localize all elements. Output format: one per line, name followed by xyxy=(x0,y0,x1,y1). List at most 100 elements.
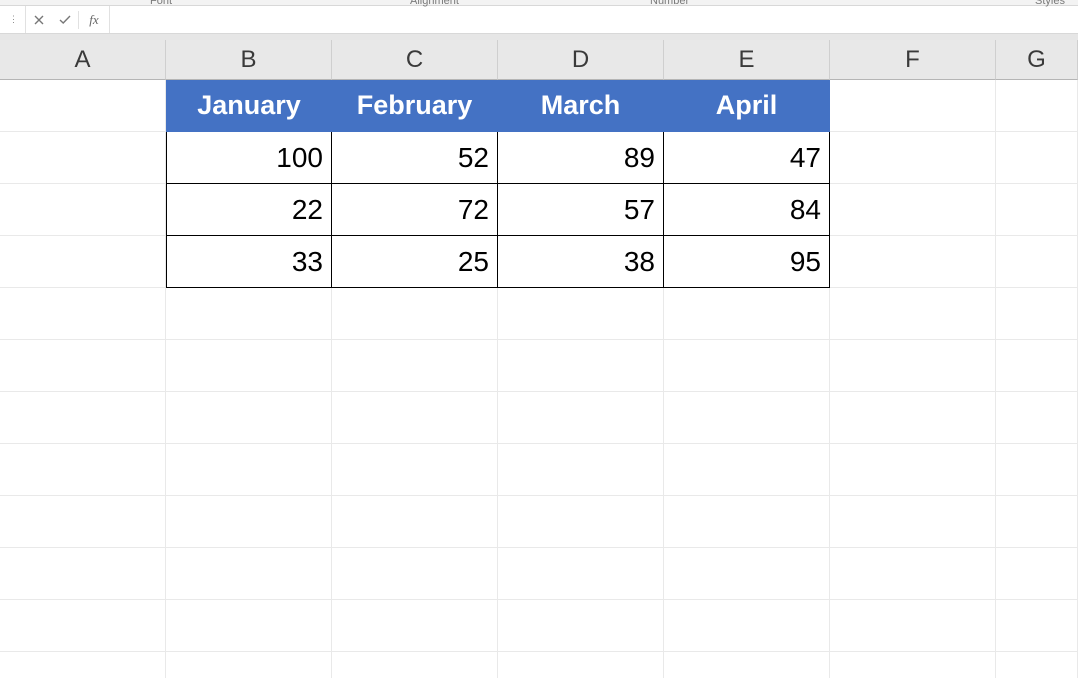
cell-E7[interactable] xyxy=(664,392,830,444)
cell-C5[interactable] xyxy=(332,288,498,340)
formula-bar-options-icon[interactable]: ⋮ xyxy=(0,6,26,33)
cell-B6[interactable] xyxy=(166,340,332,392)
ribbon-group-alignment: Alignment xyxy=(410,0,459,7)
cell-A5[interactable] xyxy=(0,288,166,340)
col-header-A[interactable]: A xyxy=(0,40,166,80)
ribbon-group-number: Number xyxy=(650,0,689,7)
cell-D7[interactable] xyxy=(498,392,664,444)
cell-C6[interactable] xyxy=(332,340,498,392)
col-header-D[interactable]: D xyxy=(498,40,664,80)
cell-D6[interactable] xyxy=(498,340,664,392)
cell-F2[interactable] xyxy=(830,132,996,184)
cell-F9[interactable] xyxy=(830,496,996,548)
cell-G7[interactable] xyxy=(996,392,1078,444)
cell-F1[interactable] xyxy=(830,80,996,132)
cancel-button[interactable] xyxy=(26,6,52,33)
cell-C10[interactable] xyxy=(332,548,498,600)
col-header-G[interactable]: G xyxy=(996,40,1078,80)
cell-D5[interactable] xyxy=(498,288,664,340)
cell-D4[interactable]: 38 xyxy=(498,236,664,288)
cell-A7[interactable] xyxy=(0,392,166,444)
cell-F6[interactable] xyxy=(830,340,996,392)
cell-B7[interactable] xyxy=(166,392,332,444)
cell-B10[interactable] xyxy=(166,548,332,600)
cell-C7[interactable] xyxy=(332,392,498,444)
cell-B9[interactable] xyxy=(166,496,332,548)
cell-A4[interactable] xyxy=(0,236,166,288)
cell-G6[interactable] xyxy=(996,340,1078,392)
formula-input[interactable] xyxy=(109,6,1078,33)
cell-A9[interactable] xyxy=(0,496,166,548)
cell-G10[interactable] xyxy=(996,548,1078,600)
cell-C2[interactable]: 52 xyxy=(332,132,498,184)
cell-A11[interactable] xyxy=(0,600,166,652)
cell-E9[interactable] xyxy=(664,496,830,548)
cell-D8[interactable] xyxy=(498,444,664,496)
cell-F8[interactable] xyxy=(830,444,996,496)
cell-F11[interactable] xyxy=(830,600,996,652)
cell-G5[interactable] xyxy=(996,288,1078,340)
col-header-C[interactable]: C xyxy=(332,40,498,80)
cell-B5[interactable] xyxy=(166,288,332,340)
col-header-E[interactable]: E xyxy=(664,40,830,80)
cell-C8[interactable] xyxy=(332,444,498,496)
cell-F12[interactable] xyxy=(830,652,996,678)
cell-D12[interactable] xyxy=(498,652,664,678)
cell-F4[interactable] xyxy=(830,236,996,288)
cell-E1[interactable]: April xyxy=(664,80,830,132)
cell-F10[interactable] xyxy=(830,548,996,600)
cell-G11[interactable] xyxy=(996,600,1078,652)
cell-A8[interactable] xyxy=(0,444,166,496)
cell-A1[interactable] xyxy=(0,80,166,132)
insert-function-button[interactable]: fx xyxy=(79,6,109,33)
cell-E5[interactable] xyxy=(664,288,830,340)
cell-E2[interactable]: 47 xyxy=(664,132,830,184)
cell-E10[interactable] xyxy=(664,548,830,600)
cell-A3[interactable] xyxy=(0,184,166,236)
spreadsheet-grid[interactable]: A B C D E F G January February March Apr… xyxy=(0,40,1078,678)
cell-C12[interactable] xyxy=(332,652,498,678)
cell-G9[interactable] xyxy=(996,496,1078,548)
ribbon-bottom-edge: Font Alignment Number Styles xyxy=(0,0,1078,6)
cell-B12[interactable] xyxy=(166,652,332,678)
cell-B4[interactable]: 33 xyxy=(166,236,332,288)
cell-E8[interactable] xyxy=(664,444,830,496)
cell-B11[interactable] xyxy=(166,600,332,652)
cell-C11[interactable] xyxy=(332,600,498,652)
cell-E12[interactable] xyxy=(664,652,830,678)
cell-A6[interactable] xyxy=(0,340,166,392)
cell-B3[interactable]: 22 xyxy=(166,184,332,236)
cell-G12[interactable] xyxy=(996,652,1078,678)
cell-B8[interactable] xyxy=(166,444,332,496)
cell-A10[interactable] xyxy=(0,548,166,600)
cell-E6[interactable] xyxy=(664,340,830,392)
cell-D3[interactable]: 57 xyxy=(498,184,664,236)
cell-C4[interactable]: 25 xyxy=(332,236,498,288)
cell-C3[interactable]: 72 xyxy=(332,184,498,236)
cell-F3[interactable] xyxy=(830,184,996,236)
cell-F7[interactable] xyxy=(830,392,996,444)
cell-A2[interactable] xyxy=(0,132,166,184)
cell-E11[interactable] xyxy=(664,600,830,652)
cell-B2[interactable]: 100 xyxy=(166,132,332,184)
enter-button[interactable] xyxy=(52,6,78,33)
cell-B1[interactable]: January xyxy=(166,80,332,132)
cell-D1[interactable]: March xyxy=(498,80,664,132)
col-header-B[interactable]: B xyxy=(166,40,332,80)
cell-G2[interactable] xyxy=(996,132,1078,184)
cell-G4[interactable] xyxy=(996,236,1078,288)
cell-D11[interactable] xyxy=(498,600,664,652)
col-header-F[interactable]: F xyxy=(830,40,996,80)
cell-E4[interactable]: 95 xyxy=(664,236,830,288)
cell-C1[interactable]: February xyxy=(332,80,498,132)
cell-G3[interactable] xyxy=(996,184,1078,236)
cell-A12[interactable] xyxy=(0,652,166,678)
cell-D2[interactable]: 89 xyxy=(498,132,664,184)
cell-G1[interactable] xyxy=(996,80,1078,132)
cell-D9[interactable] xyxy=(498,496,664,548)
cell-G8[interactable] xyxy=(996,444,1078,496)
cell-F5[interactable] xyxy=(830,288,996,340)
cell-E3[interactable]: 84 xyxy=(664,184,830,236)
cell-D10[interactable] xyxy=(498,548,664,600)
cell-C9[interactable] xyxy=(332,496,498,548)
